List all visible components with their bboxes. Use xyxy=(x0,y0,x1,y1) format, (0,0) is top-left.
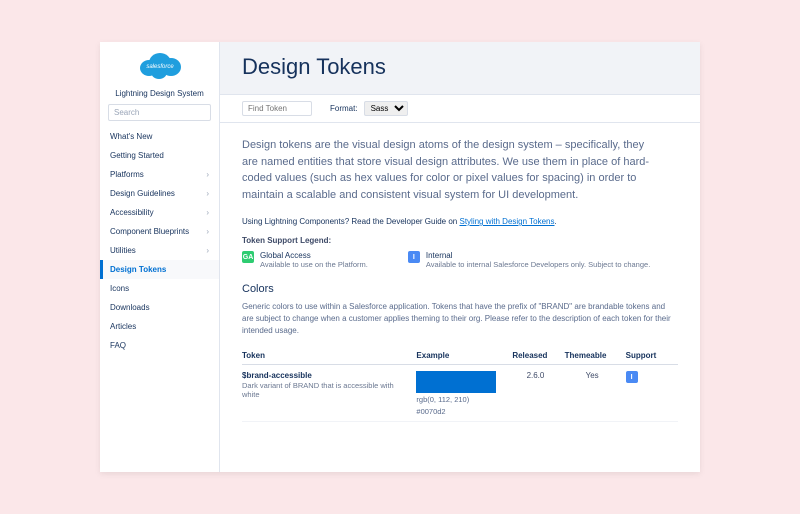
token-support: I xyxy=(626,365,678,422)
sidebar-item[interactable]: Design Tokens xyxy=(100,260,219,279)
main-content: Design Tokens Format: Sass Design tokens… xyxy=(220,42,700,472)
legend-item-internal: I Internal Available to internal Salesfo… xyxy=(408,251,650,269)
sidebar-item-label: Icons xyxy=(110,284,129,293)
sidebar-item-label: Getting Started xyxy=(110,151,164,160)
page-header: Design Tokens xyxy=(220,42,700,95)
token-released: 2.6.0 xyxy=(512,365,564,422)
th-token: Token xyxy=(242,347,416,365)
sidebar-item-label: Design Guidelines xyxy=(110,189,175,198)
app-window: salesforce Lightning Design System What'… xyxy=(100,42,700,472)
sidebar-item-label: Downloads xyxy=(110,303,150,312)
devguide-note: Using Lightning Components? Read the Dev… xyxy=(242,217,678,226)
legend-title: Token Support Legend: xyxy=(242,236,678,245)
salesforce-logo-icon: salesforce xyxy=(137,50,183,83)
color-rgb: rgb(0, 112, 210) xyxy=(416,395,506,405)
sidebar-item-label: Articles xyxy=(110,322,136,331)
legend-ga-desc: Available to use on the Platform. xyxy=(260,260,368,269)
sidebar-item-label: Utilities xyxy=(110,246,136,255)
sidebar-item[interactable]: Accessibility › xyxy=(100,203,219,222)
legend-item-ga: GA Global Access Available to use on the… xyxy=(242,251,368,269)
th-themeable: Themeable xyxy=(565,347,626,365)
sidebar-item[interactable]: Platforms › xyxy=(100,165,219,184)
sidebar-item-label: Design Tokens xyxy=(110,265,166,274)
ga-badge-icon: GA xyxy=(242,251,254,263)
token-table: Token Example Released Themeable Support… xyxy=(242,347,678,422)
page-title: Design Tokens xyxy=(242,54,678,80)
section-heading-colors: Colors xyxy=(242,283,678,295)
token-desc: Dark variant of BRAND that is accessible… xyxy=(242,381,410,399)
sidebar: salesforce Lightning Design System What'… xyxy=(100,42,220,472)
format-select[interactable]: Sass xyxy=(364,101,408,116)
th-released: Released xyxy=(512,347,564,365)
color-hex: #0070d2 xyxy=(416,407,506,417)
format-group: Format: Sass xyxy=(330,101,408,116)
sidebar-item[interactable]: Getting Started xyxy=(100,146,219,165)
legend-int-desc: Available to internal Salesforce Develop… xyxy=(426,260,650,269)
sidebar-item-label: Platforms xyxy=(110,170,144,179)
sidebar-item[interactable]: Utilities › xyxy=(100,241,219,260)
table-header-row: Token Example Released Themeable Support xyxy=(242,347,678,365)
chevron-right-icon: › xyxy=(206,189,209,198)
sidebar-item[interactable]: FAQ xyxy=(100,336,219,355)
token-name: $brand-accessible xyxy=(242,371,410,380)
content-body: Design tokens are the visual design atom… xyxy=(220,123,700,472)
chevron-right-icon: › xyxy=(206,246,209,255)
sidebar-item[interactable]: Component Blueprints › xyxy=(100,222,219,241)
th-example: Example xyxy=(416,347,512,365)
color-swatch xyxy=(416,371,496,393)
svg-text:salesforce: salesforce xyxy=(146,64,174,70)
toolbar: Format: Sass xyxy=(220,95,700,123)
search-container xyxy=(108,104,211,121)
sidebar-item[interactable]: Downloads xyxy=(100,298,219,317)
internal-badge-icon: I xyxy=(408,251,420,263)
sidebar-item[interactable]: Articles xyxy=(100,317,219,336)
intro-paragraph: Design tokens are the visual design atom… xyxy=(242,137,662,203)
section-desc-colors: Generic colors to use within a Salesforc… xyxy=(242,301,672,337)
sidebar-item-label: FAQ xyxy=(110,341,126,350)
sidebar-item[interactable]: Design Guidelines › xyxy=(100,184,219,203)
logo-area: salesforce xyxy=(100,42,219,87)
devguide-link[interactable]: Styling with Design Tokens xyxy=(459,217,554,226)
th-support: Support xyxy=(626,347,678,365)
search-input[interactable] xyxy=(108,104,211,121)
sidebar-item-label: Accessibility xyxy=(110,208,154,217)
chevron-right-icon: › xyxy=(206,170,209,179)
sidebar-item-label: What's New xyxy=(110,132,152,141)
chevron-right-icon: › xyxy=(206,227,209,236)
legend-ga-title: Global Access xyxy=(260,251,368,260)
find-token-input[interactable] xyxy=(242,101,312,116)
support-badge-icon: I xyxy=(626,371,638,383)
sidebar-item[interactable]: What's New xyxy=(100,127,219,146)
chevron-right-icon: › xyxy=(206,208,209,217)
table-row: $brand-accessibleDark variant of BRAND t… xyxy=(242,365,678,422)
format-label: Format: xyxy=(330,104,358,113)
sidebar-nav: What's NewGetting StartedPlatforms›Desig… xyxy=(100,127,219,472)
token-themeable: Yes xyxy=(565,365,626,422)
legend-int-title: Internal xyxy=(426,251,650,260)
sidebar-item[interactable]: Icons xyxy=(100,279,219,298)
legend: GA Global Access Available to use on the… xyxy=(242,251,678,269)
brand-title: Lightning Design System xyxy=(100,87,219,104)
sidebar-item-label: Component Blueprints xyxy=(110,227,189,236)
